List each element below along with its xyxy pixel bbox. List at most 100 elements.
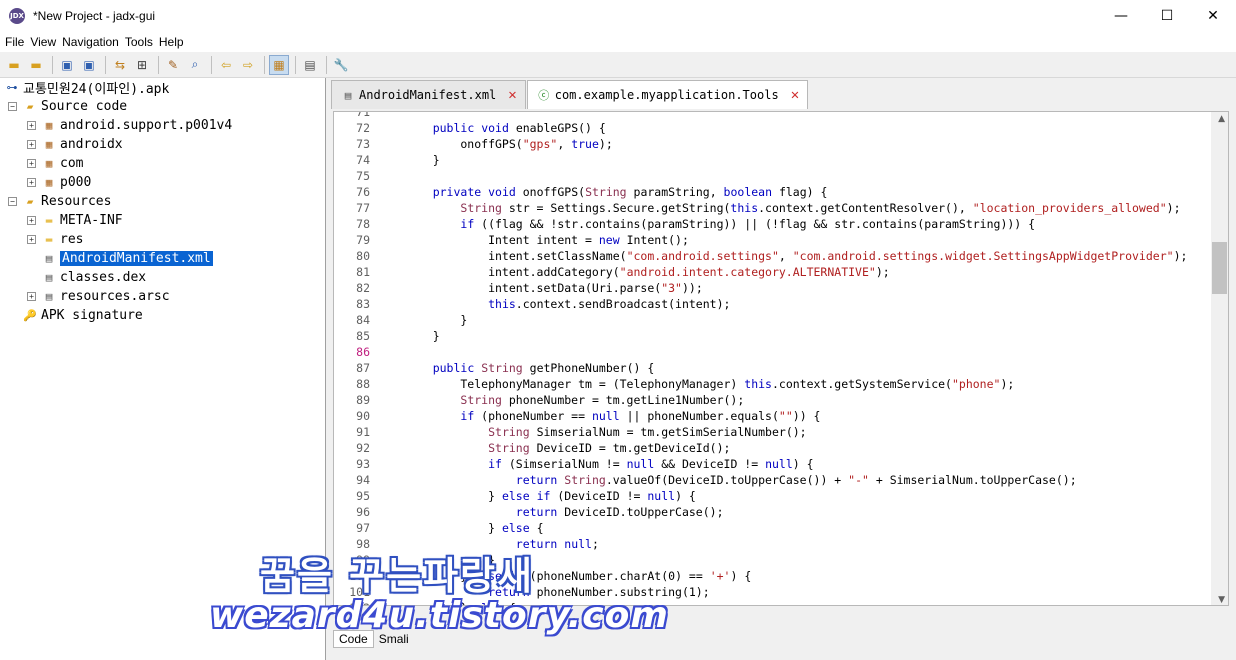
add-file-icon[interactable]: ▬ [26,55,46,75]
tree-folder[interactable]: + ▬ META-INF [27,211,123,230]
code-line[interactable]: 82 intent.setData(Uri.parse("3")); [334,281,703,297]
preferences-icon[interactable]: 🔧 [331,55,351,75]
tab-code[interactable]: Code [333,630,374,648]
code-line[interactable]: 86 [334,345,405,361]
code-line[interactable]: 85 } [334,329,439,345]
code-line[interactable]: 99 } [334,553,495,569]
line-number: 81 [356,265,370,279]
menu-help[interactable]: Help [159,35,184,49]
minimize-button[interactable]: — [1098,0,1144,32]
scroll-down-icon[interactable]: ▼ [1218,595,1225,605]
tree-folder[interactable]: + ▬ res [27,230,83,249]
code-line[interactable]: 88 TelephonyManager tm = (TelephonyManag… [334,377,1014,393]
tree-package[interactable]: + ▦ androidx [27,135,123,154]
flatten-packages-icon[interactable]: ⊞ [132,55,152,75]
menu-tools[interactable]: Tools [125,35,153,49]
file-icon: ▤ [344,88,352,102]
code-text: public void enableGPS() { [432,121,606,135]
save-all-icon[interactable]: ▣ [57,55,77,75]
code-editor[interactable]: 71 72 public void enableGPS() {73 onoffGP… [333,111,1229,606]
tree-file[interactable]: ▤ classes.dex [41,268,146,287]
code-line[interactable]: 78 if ((flag && !str.contains(paramStrin… [334,217,1035,233]
code-line[interactable]: 76 private void onoffGPS(String paramStr… [334,185,827,201]
code-line[interactable]: 96 return DeviceID.toUpperCase(); [334,505,723,521]
forward-icon[interactable]: ⇨ [238,55,258,75]
close-tab-icon[interactable]: ✕ [508,87,516,103]
code-line[interactable]: 73 onoffGPS("gps", true); [334,137,613,153]
class-search-icon[interactable]: ⌕ [185,55,205,75]
line-number: 100 [349,569,370,583]
code-line[interactable]: 77 String str = Settings.Secure.getStrin… [334,201,1180,217]
vertical-scrollbar[interactable]: ▲ ▼ [1211,112,1228,605]
line-number: 86 [356,345,370,359]
code-line[interactable]: 79 Intent intent = new Intent(); [334,233,689,249]
expand-icon[interactable]: + [27,216,36,225]
expand-icon[interactable]: + [27,178,36,187]
line-number: 99 [356,553,370,567]
collapse-icon[interactable]: − [8,197,17,206]
code-line[interactable]: 81 intent.addCategory("android.intent.ca… [334,265,890,281]
expand-icon[interactable]: + [27,292,36,301]
collapse-icon[interactable]: − [8,102,17,111]
code-line[interactable]: 90 if (phoneNumber == null || phoneNumbe… [334,409,820,425]
code-line[interactable]: 75 [334,169,405,185]
expand-icon[interactable]: + [27,140,36,149]
code-line[interactable]: 83 this.context.sendBroadcast(intent); [334,297,730,313]
tree-apk-signature[interactable]: 🔑 APK signature [22,306,143,325]
tree-source-code[interactable]: − ▰ Source code [8,97,127,116]
code-line[interactable]: 91 String SimserialNum = tm.getSimSerial… [334,425,806,441]
line-number: 80 [356,249,370,263]
code-line[interactable]: 102 } else { [334,601,516,605]
code-text: TelephonyManager tm = (TelephonyManager)… [405,377,1015,391]
tree-package[interactable]: + ▦ android.support.p001v4 [27,116,232,135]
code-line[interactable]: 98 return null; [334,537,599,553]
menu-file[interactable]: File [5,35,24,49]
menu-view[interactable]: View [30,35,56,49]
scroll-up-icon[interactable]: ▲ [1218,114,1225,124]
maximize-button[interactable]: ☐ [1144,0,1190,32]
tab-smali[interactable]: Smali [374,630,414,648]
code-line[interactable]: 94 return String.valueOf(DeviceID.toUppe… [334,473,1077,489]
code-view[interactable]: 71 72 public void enableGPS() {73 onoffGP… [334,112,1212,605]
code-text: } [405,153,440,167]
code-line[interactable]: 92 String DeviceID = tm.getDeviceId(); [334,441,730,457]
code-line[interactable]: 80 intent.setClassName("com.android.sett… [334,249,1187,265]
code-text: } else { [405,601,515,605]
code-line[interactable]: 100 } else if (phoneNumber.charAt(0) == … [334,569,751,585]
file-icon: ▤ [45,252,53,265]
package-icon: ▦ [45,176,53,189]
tree-package[interactable]: + ▦ com [27,154,83,173]
export-icon[interactable]: ▣ [79,55,99,75]
code-line[interactable]: 71 [334,112,405,121]
text-search-icon[interactable]: ✎ [163,55,183,75]
close-tab-icon[interactable]: ✕ [791,87,799,103]
tree-resources[interactable]: − ▰ Resources [8,192,111,211]
code-line[interactable]: 97 } else { [334,521,543,537]
tree-package[interactable]: + ▦ p000 [27,173,91,192]
code-line[interactable]: 72 public void enableGPS() { [334,121,606,137]
code-line[interactable]: 101 return phoneNumber.substring(1); [334,585,709,601]
sync-tree-icon[interactable]: ⇆ [110,55,130,75]
tab-tools[interactable]: ⓒ com.example.myapplication.Tools ✕ [526,80,809,109]
tree-file[interactable]: + ▤ resources.arsc [27,287,170,306]
code-line[interactable]: 74 } [334,153,440,169]
expand-icon[interactable]: + [27,235,36,244]
tree-file-selected[interactable]: ▤ AndroidManifest.xml [41,249,213,268]
code-text: } else if (phoneNumber.charAt(0) == '+')… [405,569,752,583]
menu-navigation[interactable]: Navigation [62,35,119,49]
code-line[interactable]: 89 String phoneNumber = tm.getLine1Numbe… [334,393,744,409]
code-line[interactable]: 95 } else if (DeviceID != null) { [334,489,696,505]
close-button[interactable]: ✕ [1190,0,1236,32]
tree-root[interactable]: ⊶ 교통민원24(이파인).apk [4,78,170,97]
back-icon[interactable]: ⇦ [216,55,236,75]
code-line[interactable]: 93 if (SimserialNum != null && DeviceID … [334,457,813,473]
expand-icon[interactable]: + [27,121,36,130]
tab-androidmanifest[interactable]: ▤ AndroidManifest.xml ✕ [331,80,526,109]
scroll-thumb[interactable] [1212,242,1227,294]
code-line[interactable]: 84 } [334,313,467,329]
code-line[interactable]: 87 public String getPhoneNumber() { [334,361,654,377]
deobfuscation-icon[interactable]: ▦ [269,54,289,75]
expand-icon[interactable]: + [27,159,36,168]
log-viewer-icon[interactable]: ▤ [300,55,320,75]
open-file-icon[interactable]: ▬ [4,55,24,75]
